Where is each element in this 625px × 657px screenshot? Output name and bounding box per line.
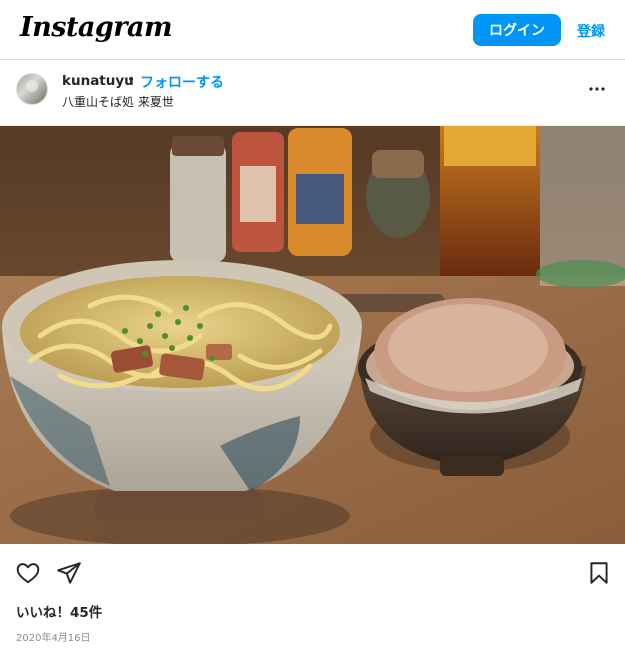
follow-button[interactable]: フォローする	[140, 72, 224, 92]
post-photo[interactable]	[0, 126, 625, 544]
likes-count[interactable]: いいね！45件	[16, 601, 102, 621]
instagram-logo[interactable]: Instagram	[20, 12, 173, 43]
location-link[interactable]: 八重山そば処 来夏世	[62, 93, 174, 110]
top-nav: Instagram ログイン 登録	[0, 0, 625, 60]
paper-plane-icon[interactable]	[56, 560, 82, 586]
username-link[interactable]: kunatuyu	[62, 73, 134, 89]
heart-icon[interactable]	[15, 560, 41, 586]
more-options-icon[interactable]	[585, 77, 609, 101]
post-date: 2020年4月16日	[16, 633, 91, 644]
food-photo-illustration	[0, 126, 625, 544]
avatar[interactable]	[16, 73, 48, 105]
post-header: kunatuyu • フォローする 八重山そば処 来夏世	[0, 60, 625, 126]
post-actions	[0, 544, 625, 602]
separator-dot: •	[127, 72, 136, 88]
login-button[interactable]: ログイン	[473, 14, 561, 46]
signup-link[interactable]: 登録	[577, 21, 605, 41]
bookmark-icon[interactable]	[586, 560, 612, 586]
